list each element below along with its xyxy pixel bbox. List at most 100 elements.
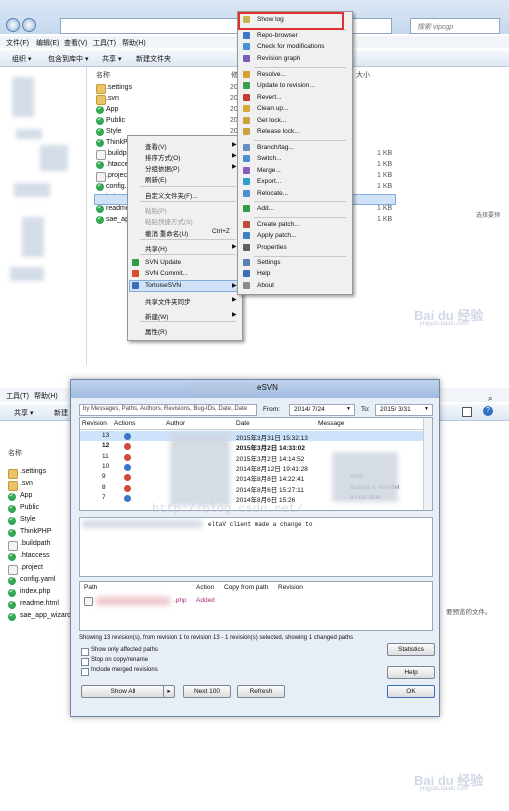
path-name[interactable]: .php bbox=[174, 597, 187, 604]
context-menu-item[interactable]: 分组依据(P) bbox=[145, 163, 180, 173]
file-row[interactable]: .settings bbox=[6, 468, 72, 479]
file-row[interactable]: .htaccess bbox=[6, 551, 72, 562]
new-button-2[interactable]: 新建 bbox=[54, 408, 68, 418]
svn-menu-item[interactable]: Apply patch... bbox=[257, 232, 296, 239]
file-row[interactable]: ThinkPHP bbox=[6, 527, 72, 538]
file-row[interactable]: .buildpath bbox=[6, 540, 72, 551]
path-column-header[interactable]: Copy from path bbox=[224, 584, 268, 591]
context-menu-item[interactable]: 刷新(E) bbox=[145, 174, 167, 184]
menu-view[interactable]: 查看(V) bbox=[64, 38, 87, 48]
context-menu-item[interactable]: SVN Update bbox=[145, 259, 181, 266]
new-folder-button[interactable]: 新建文件夹 bbox=[136, 54, 171, 64]
context-menu-item[interactable]: 新建(W) bbox=[145, 311, 168, 321]
svn-menu-item[interactable]: Export... bbox=[257, 178, 281, 185]
file-row[interactable]: sae_app_wizard bbox=[6, 611, 72, 622]
svn-menu-item[interactable]: Help bbox=[257, 270, 270, 277]
svn-menu-item[interactable]: Clean up... bbox=[257, 105, 288, 112]
log-filter-input[interactable]: by Messages, Paths, Authors, Revisions, … bbox=[79, 404, 257, 416]
back-button[interactable] bbox=[6, 18, 20, 32]
next-100-button[interactable]: Next 100 bbox=[183, 685, 231, 698]
file-row[interactable]: .svn bbox=[6, 480, 72, 491]
context-menu-item[interactable]: 属性(R) bbox=[145, 326, 167, 336]
menu-tools-2[interactable]: 工具(T) bbox=[6, 391, 29, 401]
show-all-button[interactable]: Show All bbox=[81, 685, 165, 698]
svn-menu-item[interactable]: Revision graph bbox=[257, 55, 300, 62]
context-menu-item[interactable]: 撤消 重命名(U) bbox=[145, 228, 188, 238]
path-column-header[interactable]: Path bbox=[84, 584, 97, 591]
statistics-button[interactable]: Statistics bbox=[387, 643, 435, 656]
context-menu-item[interactable]: 查看(V) bbox=[145, 141, 167, 151]
message-pane[interactable]: eltaV client made a change to http://blo… bbox=[79, 502, 433, 577]
path-column-header[interactable]: Revision bbox=[278, 584, 303, 591]
menu-edit[interactable]: 编辑(E) bbox=[36, 38, 59, 48]
search-icon[interactable]: ⌕ bbox=[488, 394, 492, 404]
to-date-picker[interactable]: 2015/ 3/31 ▼ bbox=[375, 404, 433, 416]
file-row[interactable]: readme.html bbox=[6, 599, 72, 610]
file-row[interactable]: App bbox=[6, 491, 72, 502]
file-row[interactable]: index.php bbox=[6, 587, 72, 598]
svn-menu-item[interactable]: Repo-browser bbox=[257, 32, 298, 39]
column-name[interactable]: 名称 bbox=[96, 70, 110, 80]
changed-paths-list[interactable]: Path Action Copy from path Revision .php Add… bbox=[79, 581, 433, 631]
forward-button[interactable] bbox=[22, 18, 36, 32]
file-row[interactable]: Style bbox=[6, 515, 72, 526]
svn-menu-item[interactable]: Revert... bbox=[257, 94, 282, 101]
from-date-picker[interactable]: 2014/ 7/24 ▼ bbox=[289, 404, 355, 416]
help-button[interactable]: Help bbox=[387, 666, 435, 679]
context-menu-item[interactable]: 共享(H) bbox=[145, 243, 167, 253]
context-menu-item[interactable]: 排序方式(O) bbox=[145, 152, 180, 162]
share-button-2[interactable]: 共享 ▾ bbox=[14, 408, 33, 418]
svn-menu-item[interactable]: Check for modifications bbox=[257, 43, 325, 50]
context-menu-item[interactable]: 共享文件夹同步 bbox=[145, 296, 191, 306]
log-column-header[interactable]: Revision bbox=[82, 420, 107, 427]
svn-menu-item[interactable]: Switch... bbox=[257, 155, 282, 162]
menu-file[interactable]: 文件(F) bbox=[6, 38, 29, 48]
svn-menu-item[interactable]: Settings bbox=[257, 259, 281, 266]
show-all-dropdown-button[interactable]: ▸ bbox=[163, 685, 175, 698]
log-list-scrollbar[interactable] bbox=[423, 418, 432, 510]
context-menu-item[interactable]: TortoiseSVN bbox=[145, 282, 181, 289]
context-menu-item[interactable]: 自定义文件夹(F)... bbox=[145, 190, 198, 200]
svn-menu-item[interactable]: Add... bbox=[257, 205, 274, 212]
log-column-header[interactable]: Actions bbox=[114, 420, 135, 427]
log-column-header[interactable]: Author bbox=[166, 420, 185, 427]
file-row[interactable]: Public bbox=[6, 503, 72, 514]
path-column-header[interactable]: Action bbox=[196, 584, 214, 591]
menu-help[interactable]: 帮助(H) bbox=[122, 38, 146, 48]
checkbox[interactable] bbox=[81, 648, 89, 656]
help-icon[interactable]: ? bbox=[483, 406, 493, 416]
log-row[interactable]: 12 2015年3月2日 14:33:02 bbox=[80, 442, 424, 452]
option-checkbox-row[interactable]: Stop on copy/rename bbox=[81, 657, 191, 666]
option-checkbox-row[interactable]: Show only affected paths bbox=[81, 647, 191, 656]
svn-menu-item[interactable]: Merge... bbox=[257, 167, 281, 174]
svn-menu-item[interactable]: Relocate... bbox=[257, 190, 288, 197]
file-row[interactable]: .project bbox=[6, 564, 72, 575]
menu-help-2[interactable]: 帮助(H) bbox=[34, 391, 58, 401]
menu-tools[interactable]: 工具(T) bbox=[93, 38, 116, 48]
svn-menu-item[interactable]: Get lock... bbox=[257, 117, 286, 124]
share-button[interactable]: 共享 ▾ bbox=[102, 54, 121, 64]
svn-menu-item[interactable]: Release lock... bbox=[257, 128, 300, 135]
log-column-header[interactable]: Date bbox=[236, 420, 250, 427]
ok-button[interactable]: OK bbox=[387, 685, 435, 698]
log-row[interactable]: 13 2015年3月31日 15:32:13 bbox=[80, 432, 424, 442]
context-menu-item[interactable]: SVN Commit... bbox=[145, 270, 188, 277]
log-column-header[interactable]: Message bbox=[318, 420, 344, 427]
svn-menu-item[interactable]: Branch/tag... bbox=[257, 144, 294, 151]
checkbox[interactable] bbox=[81, 658, 89, 666]
organize-button[interactable]: 组织 ▾ bbox=[12, 54, 31, 64]
log-list[interactable]: Revision Actions Author Date Message 13 2015年… bbox=[79, 417, 433, 511]
file-row[interactable]: config.yaml bbox=[6, 575, 72, 586]
search-input[interactable]: 搜索 vipcgp bbox=[410, 18, 500, 34]
column-size[interactable]: 大小 bbox=[356, 70, 370, 80]
checkbox[interactable] bbox=[81, 668, 89, 676]
include-in-library-button[interactable]: 包含到库中 ▾ bbox=[48, 54, 88, 64]
svn-menu-item[interactable]: About bbox=[257, 282, 274, 289]
svn-menu-item[interactable]: Properties bbox=[257, 244, 287, 251]
svn-menu-item[interactable]: Update to revision... bbox=[257, 82, 315, 89]
option-checkbox-row[interactable]: Include merged revisions bbox=[81, 667, 191, 676]
svn-menu-item[interactable]: Resolve... bbox=[257, 71, 286, 78]
refresh-button[interactable]: Refresh bbox=[237, 685, 285, 698]
svn-menu-item[interactable]: Create patch... bbox=[257, 221, 300, 228]
preview-pane-icon[interactable] bbox=[462, 407, 472, 417]
